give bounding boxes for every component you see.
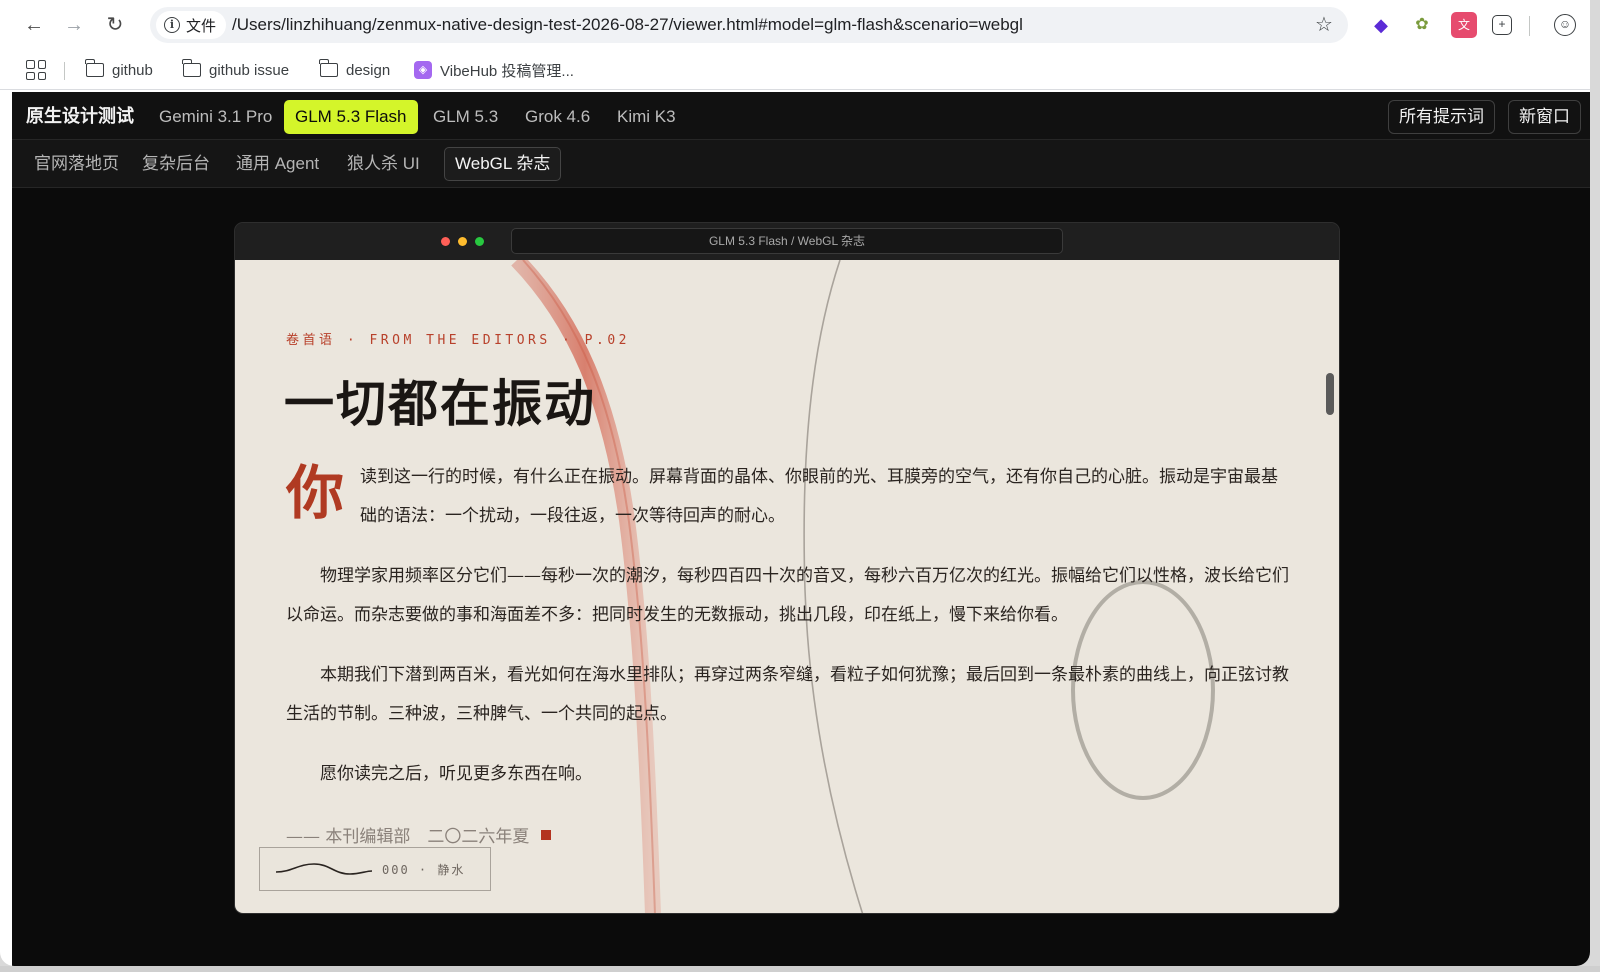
red-square-mark [541,830,552,840]
window-shadow [0,966,1600,972]
dropcap: 你 [286,459,345,527]
tab-complex-admin[interactable]: 复杂后台 [132,147,220,181]
maximize-dot-icon [475,237,484,246]
sine-wave-icon [276,863,372,875]
tab-gemini-3-1-pro[interactable]: Gemini 3.1 Pro [148,100,283,134]
bookmark-label: github issue [209,61,290,79]
browser-toolbar: ← → ↻ i 文件 /Users/linzhihuang/zenmux-nat… [0,0,1590,50]
viewer-app: 原生设计测试 Gemini 3.1 Pro GLM 5.3 Flash GLM … [12,92,1590,966]
back-arrow-icon[interactable]: ← [20,11,48,39]
extension-puzzle-green-icon[interactable]: ✿ [1409,12,1435,38]
tab-webgl-magazine[interactable]: WebGL 杂志 [444,147,562,181]
bookmark-github-issue[interactable]: github issue [182,58,290,82]
bookmark-label: github [112,61,153,79]
paragraph-4: 愿你读完之后，听见更多东西在响。 [320,764,592,784]
paragraph-1: 读到这一行的时候，有什么正在振动。屏幕背面的晶体、你眼前的光、耳膜旁的空气，还有… [360,467,1279,526]
bookmarks-bar: github github issue design ◈ VibeHub 投稿管… [0,50,1590,90]
wave-state-widget[interactable]: 000 · 静水 [259,847,491,891]
folder-icon [85,59,104,77]
wave-state-label: 000 · 静水 [382,863,466,877]
preview-titlebar: GLM 5.3 Flash / WebGL 杂志 [235,223,1339,260]
info-icon: i [164,17,180,33]
article-headline: 一切都在振动 [284,374,596,433]
scenario-nav: 官网落地页 复杂后台 通用 Agent 狼人杀 UI WebGL 杂志 [12,140,1590,188]
forward-arrow-icon[interactable]: → [60,11,88,39]
apps-grid-icon[interactable] [26,60,46,80]
extension-diamond-icon[interactable]: ◆ [1368,12,1394,38]
tab-general-agent[interactable]: 通用 Agent [226,147,329,181]
site-chip-label: 文件 [186,17,217,35]
bookmark-star-icon[interactable]: ☆ [1310,11,1338,39]
paragraph-2: 物理学家用频率区分它们——每秒一次的潮汐，每秒四百四十次的音叉，每秒六百万亿次的… [286,566,1289,625]
bookmarks-separator [64,62,65,80]
vibehub-logo-icon: ◈ [414,61,432,79]
minimize-dot-icon [458,237,467,246]
all-prompts-button[interactable]: 所有提示词 [1388,100,1495,134]
reload-icon[interactable]: ↻ [101,11,129,39]
kicker-label: 卷首语 · FROM THE EDITORS · P.02 [286,333,630,348]
tab-kimi-k3[interactable]: Kimi K3 [606,100,687,134]
site-info-chip[interactable]: i 文件 [156,11,227,39]
bookmark-vibehub[interactable]: ◈ VibeHub 投稿管理... [414,58,574,82]
preview-title: GLM 5.3 Flash / WebGL 杂志 [511,228,1063,254]
preview-window: GLM 5.3 Flash / WebGL 杂志 卷首语 · FROM THE … [234,222,1340,914]
extension-translate-icon[interactable]: 文 [1451,12,1477,38]
new-window-button[interactable]: 新窗口 [1508,100,1581,134]
tab-landing-page[interactable]: 官网落地页 [24,147,129,181]
magazine-page[interactable]: 卷首语 · FROM THE EDITORS · P.02 一切都在振动 你 读… [235,260,1339,913]
bookmark-design[interactable]: design [319,58,391,82]
profile-avatar-icon[interactable]: ☺ [1554,14,1576,36]
article-body: 你 读到这一行的时候，有什么正在振动。屏幕背面的晶体、你眼前的光、耳膜旁的空气，… [286,458,1290,794]
folder-icon [319,59,338,77]
tab-glm-5-3-flash[interactable]: GLM 5.3 Flash [284,100,418,134]
tab-glm-5-3[interactable]: GLM 5.3 [422,100,509,134]
bookmark-label: VibeHub 投稿管理... [440,62,574,80]
address-bar[interactable]: i 文件 /Users/linzhihuang/zenmux-native-de… [150,7,1348,43]
model-nav: 原生设计测试 Gemini 3.1 Pro GLM 5.3 Flash GLM … [12,92,1590,140]
extensions-menu-icon[interactable]: + [1492,15,1512,35]
brand-title: 原生设计测试 [26,106,134,126]
signature-text: —— 本刊编辑部 二〇二六年夏 [286,827,530,847]
tab-werewolf-ui[interactable]: 狼人杀 UI [337,147,430,181]
editor-signature: —— 本刊编辑部 二〇二六年夏 [286,822,552,847]
bookmark-label: design [346,61,391,79]
url-text[interactable]: /Users/linzhihuang/zenmux-native-design-… [232,7,1023,43]
paragraph-3: 本期我们下潜到两百米，看光如何在海水里排队；再穿过两条窄缝，看粒子如何犹豫；最后… [286,665,1289,724]
browser-window: ← → ↻ i 文件 /Users/linzhihuang/zenmux-nat… [0,0,1590,966]
tab-grok-4-6[interactable]: Grok 4.6 [514,100,601,134]
folder-icon [182,59,201,77]
close-dot-icon [441,237,450,246]
bookmark-github[interactable]: github [85,58,153,82]
toolbar-divider [1529,16,1530,36]
page-scrollbar[interactable] [1326,373,1334,415]
